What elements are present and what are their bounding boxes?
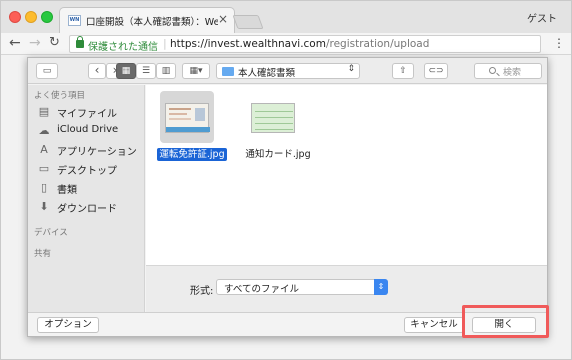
browser-toolbar: ← → ↻ 保護された通信 | https://invest.wealthnav…: [1, 33, 571, 55]
favorites-header: よく使う項目: [34, 91, 86, 101]
documents-icon: ▯: [40, 181, 48, 194]
reload-icon[interactable]: ↻: [49, 35, 60, 50]
sidebar-item-applications[interactable]: A アプリケーション: [38, 142, 142, 159]
address-separator: |: [163, 37, 167, 50]
chevron-updown-icon: ⇕: [347, 64, 355, 74]
lock-icon: [76, 36, 84, 48]
list-view-button[interactable]: ☰: [136, 63, 156, 79]
dialog-back-button[interactable]: ‹: [88, 63, 106, 79]
forward-arrow-icon[interactable]: →: [29, 35, 41, 51]
title-bar: WN 口座開設（本人確認書類）：Wealt × ゲスト: [1, 1, 571, 33]
options-button[interactable]: オプション: [37, 317, 99, 333]
folder-icon: [222, 67, 234, 76]
file-item[interactable]: 通知カード.jpg: [236, 91, 320, 171]
license-card-image: [165, 103, 210, 133]
card-photo: [195, 108, 205, 121]
back-arrow-icon[interactable]: ←: [9, 35, 21, 51]
file-name-text: 運転免許証.jpg: [157, 148, 227, 161]
card-line: [169, 113, 187, 115]
secure-connection-label: 保護された通信: [88, 42, 158, 53]
file-item[interactable]: 運転免許証.jpg: [150, 91, 234, 171]
card-line: [255, 129, 293, 130]
notification-card-image: [251, 103, 295, 133]
new-tab-button[interactable]: [232, 15, 264, 29]
dialog-toolbar: ▭ ‹ › ▦ ☰ ▥ ▦▾ 本人確認書類 ⇕ ⇧ ⊂⊃ 検索: [28, 58, 547, 84]
column-view-button[interactable]: ▥: [156, 63, 176, 79]
profile-label[interactable]: ゲスト: [527, 10, 557, 25]
location-label: 本人確認書類: [238, 68, 296, 79]
location-popup[interactable]: 本人確認書類 ⇕: [216, 63, 360, 79]
devices-header: デバイス: [34, 228, 68, 238]
file-browser: 運転免許証.jpg 通知カード.jpg: [146, 85, 547, 265]
card-line: [255, 117, 293, 118]
url-host: https://invest.wealthnavi.com: [170, 38, 326, 50]
gallery-view-menu-button[interactable]: ▦▾: [182, 63, 210, 79]
search-placeholder: 検索: [503, 68, 522, 78]
sidebar-toggle-icon[interactable]: ▭: [36, 63, 58, 79]
site-favicon-icon: WN: [68, 15, 81, 26]
dialog-sidebar: よく使う項目 ▤ マイファイル ☁ iCloud Drive A アプリケーショ…: [28, 85, 145, 312]
sidebar-item-label: ダウンロード: [57, 204, 117, 215]
address-bar[interactable]: 保護された通信 | https://invest.wealthnavi.com/…: [69, 35, 541, 53]
applications-icon: A: [40, 143, 48, 156]
close-window-button[interactable]: [9, 11, 21, 23]
card-strip: [166, 127, 210, 132]
sidebar-item-documents[interactable]: ▯ 書類: [38, 180, 142, 197]
sidebar-item-label: アプリケーション: [57, 147, 137, 158]
download-icon: ⬇: [39, 200, 49, 213]
file-thumbnail: [160, 91, 214, 143]
browser-window: WN 口座開設（本人確認書類）：Wealt × ゲスト ← → ↻ 保護された通…: [0, 0, 572, 360]
file-name-text: 通知カード.jpg: [245, 149, 311, 160]
format-label: 形式:: [190, 286, 214, 297]
file-thumbnail: [246, 91, 300, 143]
format-select[interactable]: すべてのファイル ⇕: [216, 279, 388, 295]
chevron-updown-icon: ⇕: [374, 279, 388, 295]
cloud-icon: ☁: [38, 124, 50, 137]
url-text: https://invest.wealthnavi.com/registrati…: [170, 38, 429, 50]
file-name-selected: 運転免許証.jpg: [150, 146, 234, 161]
card-line: [169, 118, 191, 120]
all-files-icon: ▤: [38, 105, 50, 118]
icon-view-button[interactable]: ▦: [116, 63, 136, 79]
desktop-icon: ▭: [38, 162, 50, 175]
cancel-button[interactable]: キャンセル: [404, 317, 464, 333]
browser-menu-icon[interactable]: ⋮: [553, 36, 565, 50]
open-button-highlight: [462, 305, 549, 338]
card-line: [255, 123, 293, 124]
format-value: すべてのファイル: [224, 284, 299, 295]
sidebar-item-icloud[interactable]: ☁ iCloud Drive: [38, 123, 142, 139]
search-input[interactable]: 検索: [474, 63, 542, 79]
file-open-dialog: ▭ ‹ › ▦ ☰ ▥ ▦▾ 本人確認書類 ⇕ ⇧ ⊂⊃ 検索 よく使う項目 ▤…: [27, 57, 548, 337]
sidebar-item-downloads[interactable]: ⬇ ダウンロード: [38, 199, 142, 216]
sidebar-item-label: デスクトップ: [57, 166, 117, 177]
minimize-window-button[interactable]: [25, 11, 37, 23]
maximize-window-button[interactable]: [41, 11, 53, 23]
file-name: 通知カード.jpg: [236, 146, 320, 160]
sidebar-item-label: iCloud Drive: [57, 124, 119, 135]
sidebar-item-label: マイファイル: [57, 109, 117, 120]
search-icon: [489, 67, 496, 74]
close-tab-icon[interactable]: ×: [218, 12, 228, 26]
card-line: [255, 111, 293, 112]
sidebar-item-label: 書類: [57, 185, 77, 196]
card-line: [169, 108, 191, 110]
shared-header: 共有: [34, 249, 52, 259]
tag-icon[interactable]: ⊂⊃: [424, 63, 448, 79]
share-icon[interactable]: ⇧: [392, 63, 414, 79]
tab-title: 口座開設（本人確認書類）：Wealt: [86, 17, 218, 28]
url-path: /registration/upload: [325, 38, 430, 50]
browser-tab[interactable]: WN 口座開設（本人確認書類）：Wealt ×: [59, 7, 235, 33]
sidebar-item-desktop[interactable]: ▭ デスクトップ: [38, 161, 142, 178]
sidebar-item-my-files[interactable]: ▤ マイファイル: [38, 104, 142, 121]
